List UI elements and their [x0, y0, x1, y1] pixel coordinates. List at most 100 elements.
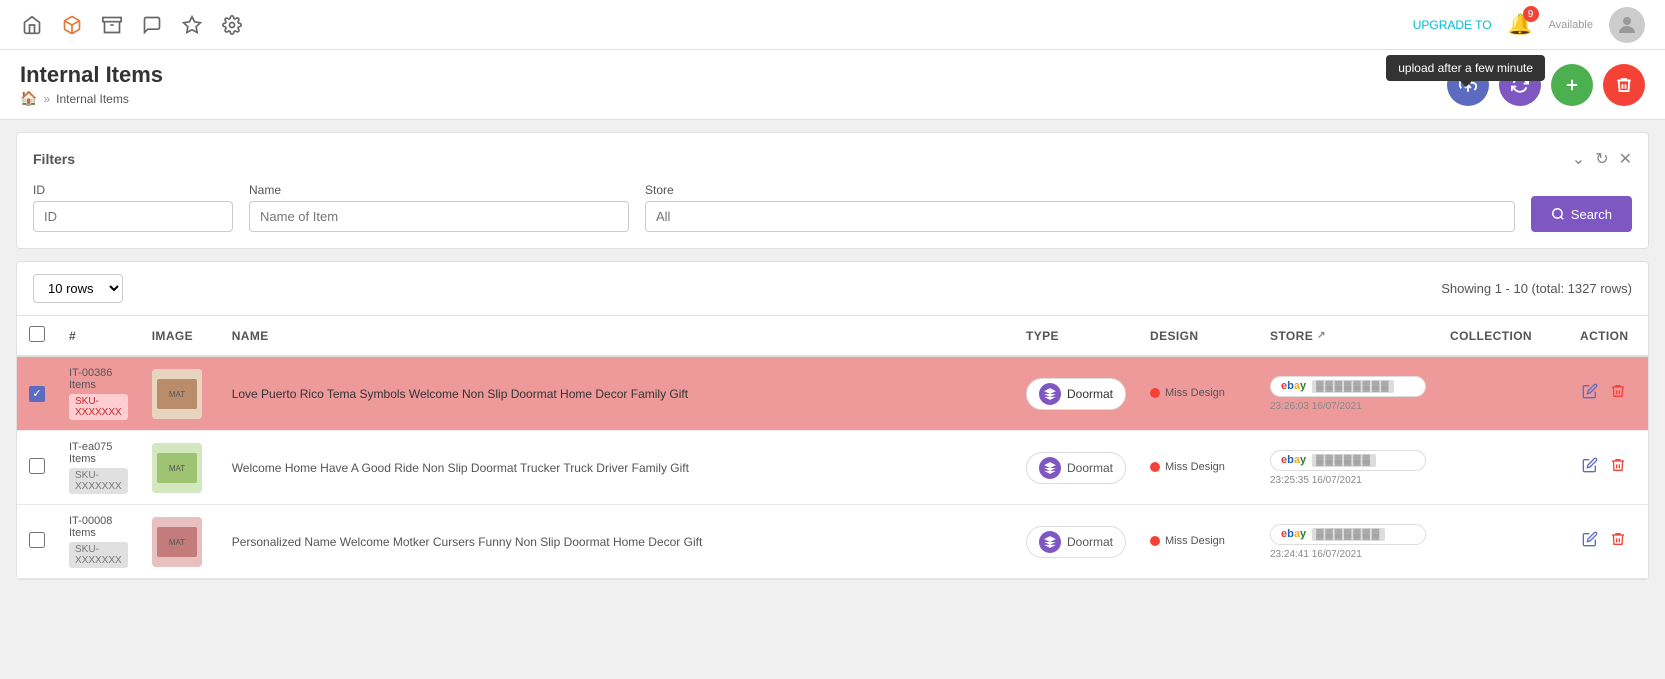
row-3-store-ebay-icon: ebay [1281, 528, 1306, 540]
row-3-store-badge: ebay ▓▓▓▓▓▓▓ [1270, 524, 1426, 545]
notification-bell[interactable]: 🔔 9 [1508, 12, 1533, 37]
row-3-design-badge: Miss Design [1150, 535, 1225, 547]
row-2-store-date: 23:25:35 16/07/2021 [1270, 475, 1426, 486]
row-2-store-info: ebay ▓▓▓▓▓▓ 23:25:35 16/07/2021 [1270, 450, 1426, 486]
filter-store-input[interactable] [645, 201, 1515, 232]
row-1-checkbox[interactable]: ✓ [29, 386, 45, 402]
row-3-design-label: Miss Design [1165, 535, 1225, 547]
table-section: 10 rows Showing 1 - 10 (total: 1327 rows… [16, 261, 1649, 580]
row-2-delete-button[interactable] [1608, 455, 1628, 480]
row-2-checkbox[interactable] [29, 458, 45, 474]
row-3-image-cell: MAT [140, 505, 220, 579]
row-3-type-badge: Doormat [1026, 526, 1126, 558]
row-3-checkbox[interactable] [29, 532, 45, 548]
row-2-design-cell: Miss Design [1138, 431, 1258, 505]
row-3-check-cell [17, 505, 57, 579]
row-2-check-cell [17, 431, 57, 505]
row-1-delete-button[interactable] [1608, 381, 1628, 406]
filters-collapse-icon[interactable]: ⌄ [1572, 149, 1585, 169]
nav-icon-group [20, 13, 244, 37]
cube-icon[interactable] [60, 13, 84, 37]
filter-name-label: Name [249, 183, 629, 197]
col-header-name: NAME [220, 316, 1014, 357]
col-header-check [17, 316, 57, 357]
nav-right-section: UPGRADE TO 🔔 9 Available [1413, 7, 1645, 43]
page-title: Internal Items [20, 62, 163, 88]
row-1-edit-button[interactable] [1580, 381, 1600, 406]
row-3-delete-button[interactable] [1608, 529, 1628, 554]
svg-text:MAT: MAT [169, 538, 185, 547]
filters-header: Filters ⌄ ↻ ✕ [33, 149, 1632, 169]
select-all-checkbox[interactable] [29, 326, 45, 342]
store-external-link-icon: ↗ [1317, 330, 1326, 341]
row-1-collection-cell [1438, 356, 1568, 431]
add-button[interactable] [1551, 64, 1593, 106]
filters-refresh-icon[interactable]: ↻ [1595, 149, 1608, 169]
filter-store-label: Store [645, 183, 1515, 197]
star-icon[interactable] [180, 13, 204, 37]
row-1-check-cell: ✓ [17, 356, 57, 431]
row-2-type-label: Doormat [1067, 461, 1113, 475]
row-2-action-cell [1568, 431, 1648, 505]
filter-name-field: Name [249, 183, 629, 232]
row-2-name-cell: Welcome Home Have A Good Ride Non Slip D… [220, 431, 1014, 505]
col-header-image: IMAGE [140, 316, 220, 357]
archive-icon[interactable] [100, 13, 124, 37]
col-header-design: DESIGN [1138, 316, 1258, 357]
row-2-actions [1580, 455, 1636, 480]
col-header-type: TYPE [1014, 316, 1138, 357]
row-1-type-cell: Doormat [1014, 356, 1138, 431]
notification-badge: 9 [1523, 6, 1539, 22]
filter-id-input[interactable] [33, 201, 233, 232]
row-1-type-badge: Doormat [1026, 378, 1126, 410]
filters-close-icon[interactable]: ✕ [1619, 149, 1632, 169]
row-3-edit-button[interactable] [1580, 529, 1600, 554]
row-1-type-icon [1039, 383, 1061, 405]
comment-icon[interactable] [140, 13, 164, 37]
row-1-sku: SKU-XXXXXXX [69, 394, 128, 420]
delete-all-button[interactable] [1603, 64, 1645, 106]
row-1-thumbnail: MAT [152, 369, 202, 419]
col-header-action: ACTION [1568, 316, 1648, 357]
row-3-id: IT-00008 Items [69, 515, 128, 539]
row-3-id-cell: IT-00008 Items SKU-XXXXXXX [57, 505, 140, 579]
row-2-store-badge: ebay ▓▓▓▓▓▓ [1270, 450, 1426, 471]
row-1-type-label: Doormat [1067, 387, 1113, 401]
table-toolbar: 10 rows Showing 1 - 10 (total: 1327 rows… [17, 262, 1648, 315]
row-2-id: IT-ea075 Items [69, 441, 128, 465]
row-1-store-ebay-icon: ebay [1281, 380, 1306, 392]
showing-text: Showing 1 - 10 (total: 1327 rows) [1441, 281, 1632, 296]
row-1-id: IT-00386 Items [69, 367, 128, 391]
row-2-edit-button[interactable] [1580, 455, 1600, 480]
col-header-num: # [57, 316, 140, 357]
svg-text:MAT: MAT [169, 464, 185, 473]
user-avatar[interactable] [1609, 7, 1645, 43]
top-navigation: UPGRADE TO 🔔 9 Available [0, 0, 1665, 50]
home-icon[interactable] [20, 13, 44, 37]
table-row: ✓ IT-00386 Items SKU-XXXXXXX MAT Love Pu… [17, 356, 1648, 431]
col-header-store: STORE ↗ [1258, 316, 1438, 357]
row-1-store-info: ebay ▓▓▓▓▓▓▓▓ 23:26:03 16/07/2021 [1270, 376, 1426, 412]
row-1-store-cell: ebay ▓▓▓▓▓▓▓▓ 23:26:03 16/07/2021 [1258, 356, 1438, 431]
row-1-design-cell: Miss Design [1138, 356, 1258, 431]
search-button[interactable]: Search [1531, 196, 1632, 232]
available-label: Available [1549, 19, 1593, 31]
row-2-type-icon [1039, 457, 1061, 479]
filter-store-field: Store [645, 183, 1515, 232]
table-wrap: # IMAGE NAME TYPE DESIGN STORE ↗ COLLECT… [17, 315, 1648, 579]
breadcrumb: 🏠 » Internal Items [20, 90, 163, 107]
gear-icon[interactable] [220, 13, 244, 37]
filters-section: Filters ⌄ ↻ ✕ ID Name Store Search [16, 132, 1649, 249]
table-body: ✓ IT-00386 Items SKU-XXXXXXX MAT Love Pu… [17, 356, 1648, 579]
filters-title: Filters [33, 151, 75, 167]
tooltip-text: upload after a few minute [1398, 61, 1533, 75]
rows-per-page-select[interactable]: 10 rows [33, 274, 123, 303]
breadcrumb-home-icon[interactable]: 🏠 [20, 90, 37, 107]
row-1-store-date: 23:26:03 16/07/2021 [1270, 401, 1426, 412]
filter-name-input[interactable] [249, 201, 629, 232]
row-1-store-name: ▓▓▓▓▓▓▓▓ [1312, 380, 1394, 393]
filters-body: ID Name Store Search [33, 183, 1632, 232]
upgrade-link[interactable]: UPGRADE TO [1413, 18, 1492, 32]
row-1-action-cell [1568, 356, 1648, 431]
row-3-collection-cell [1438, 505, 1568, 579]
